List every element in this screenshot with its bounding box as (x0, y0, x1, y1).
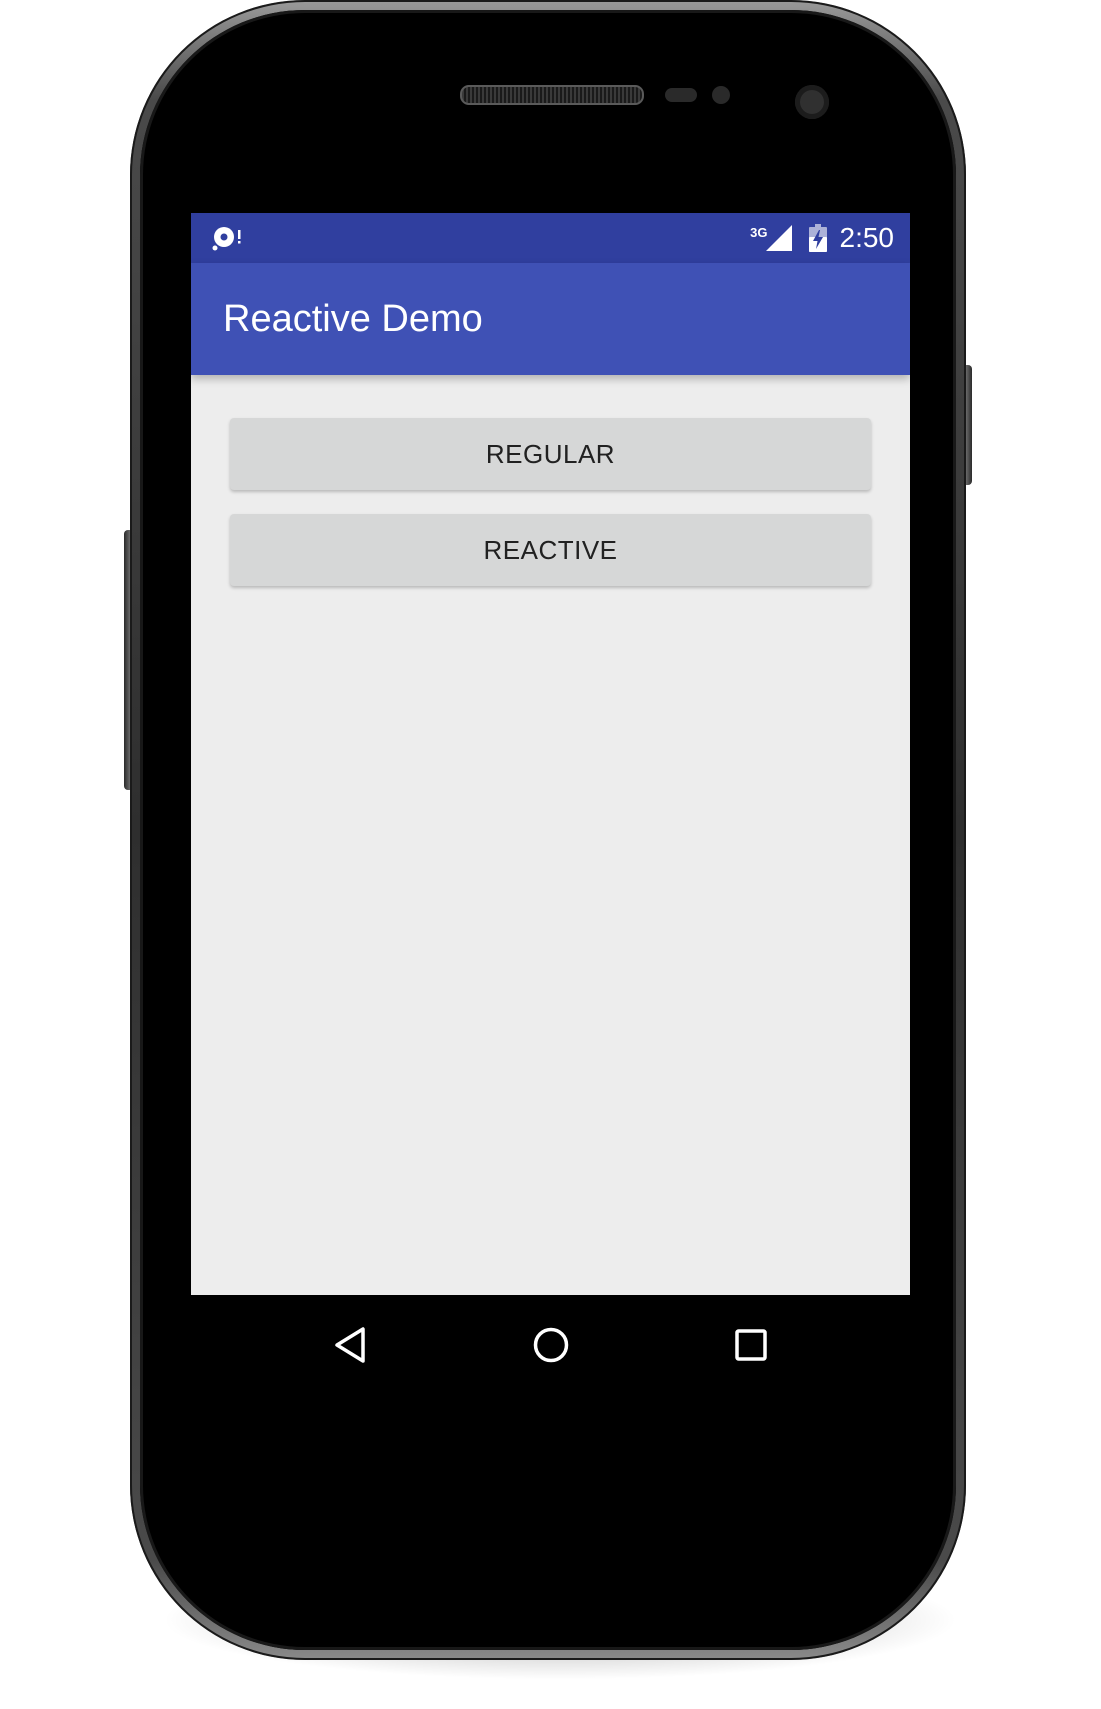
back-triangle-icon (335, 1326, 365, 1363)
light-sensor (712, 86, 730, 104)
nav-back-button[interactable] (291, 1295, 411, 1394)
nav-recents-button[interactable] (691, 1295, 811, 1394)
home-circle-icon (533, 1327, 569, 1362)
main-content: REGULAR REACTIVE (191, 375, 910, 1295)
regular-button[interactable]: REGULAR (230, 418, 871, 490)
device-screen: 3G 2:50 Reactive Demo REGULAR REACTIVE (191, 213, 910, 1394)
recents-square-icon (735, 1328, 767, 1361)
reactive-button[interactable]: REACTIVE (230, 514, 871, 586)
status-indicators: 3G 2:50 (750, 213, 894, 263)
proximity-sensor (665, 88, 697, 102)
app-title: Reactive Demo (223, 298, 483, 340)
network-type-label: 3G (750, 224, 768, 240)
status-bar: 3G 2:50 (191, 213, 910, 263)
status-clock: 2:50 (839, 222, 895, 253)
navigation-bar (191, 1295, 910, 1394)
app-toolbar: Reactive Demo (191, 263, 910, 375)
front-camera (795, 85, 829, 119)
cell-signal-icon (765, 225, 792, 251)
earpiece-speaker (460, 85, 644, 105)
battery-charging-icon (808, 224, 827, 252)
disc-sync-icon (212, 227, 241, 251)
nav-home-button[interactable] (491, 1295, 611, 1394)
